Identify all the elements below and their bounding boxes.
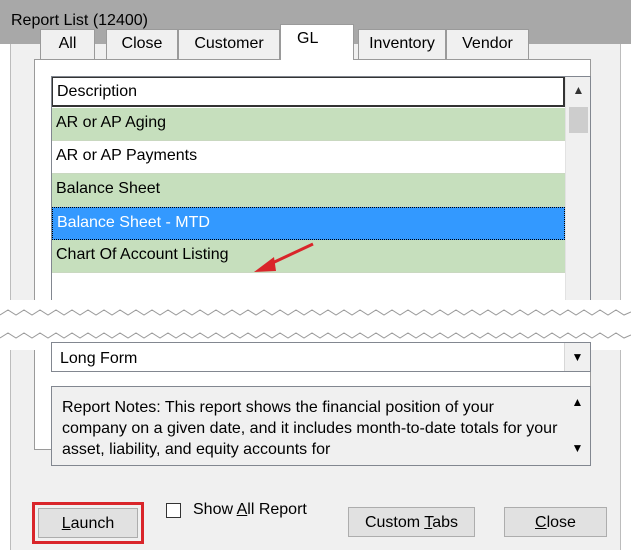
report-notes-box[interactable]: Report Notes: This report shows the fina… <box>51 386 591 466</box>
scroll-up-icon[interactable]: ▲ <box>565 395 590 409</box>
report-format-value: Long Form <box>60 350 138 367</box>
accelerator-key: C <box>535 514 547 531</box>
notes-scrollbar[interactable]: ▲ ▼ <box>565 387 590 465</box>
tab-customer[interactable]: Customer <box>178 29 280 59</box>
list-scrollbar[interactable]: ▲ <box>565 77 590 309</box>
accelerator-key: L <box>61 515 71 532</box>
scroll-thumb[interactable] <box>569 107 588 133</box>
tab-inventory[interactable]: Inventory <box>358 29 446 59</box>
tab-close[interactable]: Close <box>106 29 178 59</box>
list-item-selected[interactable]: Balance Sheet - MTD <box>52 207 565 240</box>
list-item-label: Balance Sheet <box>56 180 161 197</box>
custom-tabs-button[interactable]: Custom Tabs <box>348 507 475 537</box>
list-item-label: Chart Of Account Listing <box>56 246 229 263</box>
chevron-down-icon[interactable]: ▼ <box>564 343 590 371</box>
list-item[interactable]: Balance Sheet <box>52 174 565 207</box>
column-header-label: Description <box>57 83 138 100</box>
show-all-report-label[interactable]: Show All Report <box>193 501 307 519</box>
tab-gl[interactable]: GL <box>280 24 354 60</box>
callout-arrow-icon <box>254 242 314 272</box>
tab-label: Customer <box>194 35 264 52</box>
list-item-label: AR or AP Payments <box>56 147 198 164</box>
button-label: aunch <box>70 515 115 532</box>
tab-label: Inventory <box>369 35 435 52</box>
tab-label: Vendor <box>462 35 513 52</box>
show-all-report-checkbox[interactable] <box>166 503 181 518</box>
close-button[interactable]: Close <box>504 507 607 537</box>
tab-all[interactable]: All <box>40 29 95 59</box>
tab-label: Close <box>121 35 163 52</box>
report-notes-text: Report Notes: This report shows the fina… <box>62 399 558 458</box>
scroll-up-icon[interactable]: ▲ <box>566 77 590 103</box>
tab-label: All <box>58 35 77 52</box>
list-item[interactable]: AR or AP Payments <box>52 141 565 174</box>
report-format-select[interactable]: Long Form ▼ <box>51 342 591 372</box>
launch-button[interactable]: Launch <box>38 508 138 538</box>
tab-vendor[interactable]: Vendor <box>446 29 529 59</box>
scroll-down-icon[interactable]: ▼ <box>565 441 590 455</box>
column-header-description[interactable]: Description <box>52 77 565 107</box>
list-item-label: Balance Sheet - MTD <box>57 214 210 231</box>
window-title: Report List (12400) <box>11 12 148 29</box>
list-item-label: AR or AP Aging <box>56 114 166 131</box>
report-listbox[interactable]: Description AR or AP Aging AR or AP Paym… <box>51 76 591 310</box>
accelerator-key: A <box>236 501 248 518</box>
list-item[interactable]: AR or AP Aging <box>52 108 565 141</box>
tab-label: GL <box>297 30 319 47</box>
